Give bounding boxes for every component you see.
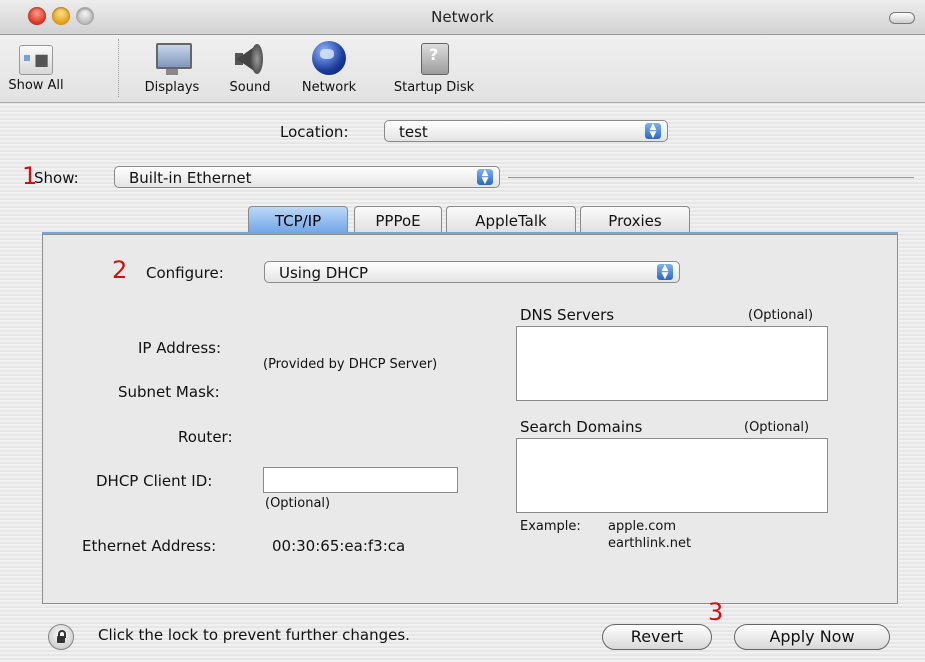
dhcp-client-id-label: DHCP Client ID:: [96, 472, 213, 490]
toolbar-label: Sound: [229, 80, 271, 95]
title-bar: Network: [0, 0, 925, 35]
toolbar-show-all[interactable]: ■ Show All: [6, 37, 66, 93]
annotation-marker-3: 3: [708, 598, 724, 626]
toolbar-separator: [118, 39, 119, 97]
ethernet-address-value: 00:30:65:ea:f3:ca: [272, 537, 406, 555]
subnet-mask-label: Subnet Mask:: [118, 383, 220, 401]
location-value: test: [399, 123, 428, 141]
example-label: Example:: [520, 519, 581, 534]
popup-arrows-icon: ▲ ▼: [657, 264, 673, 281]
dhcp-client-id-field[interactable]: [263, 467, 458, 493]
example-domain-1: apple.com: [608, 519, 676, 534]
tab-pppoe[interactable]: PPPoE: [354, 206, 442, 234]
configure-label: Configure:: [146, 264, 224, 282]
tab-tcpip[interactable]: TCP/IP: [248, 206, 348, 234]
tab-appletalk[interactable]: AppleTalk: [446, 206, 576, 234]
window-title: Network: [431, 8, 494, 26]
toolbar-label: Displays: [144, 80, 200, 95]
toolbar-sound[interactable]: Sound: [222, 37, 278, 95]
lock-icon[interactable]: [48, 624, 74, 650]
revert-button[interactable]: Revert: [602, 624, 712, 650]
displays-icon: [153, 41, 192, 77]
toolbar-network[interactable]: Network: [292, 37, 366, 95]
dhcp-client-id-hint: (Optional): [265, 496, 331, 511]
configure-value: Using DHCP: [279, 264, 369, 282]
apply-now-button[interactable]: Apply Now: [734, 624, 890, 650]
popup-arrows-icon: ▲ ▼: [645, 123, 661, 140]
sound-icon: [231, 41, 269, 77]
toolbar: ■ Show All Displays Sound Network ? Star…: [0, 35, 925, 103]
dns-optional-hint: (Optional): [748, 308, 814, 323]
ip-address-label: IP Address:: [138, 339, 222, 357]
annotation-marker-2: 2: [112, 256, 128, 284]
network-globe-icon: [310, 41, 348, 77]
router-label: Router:: [178, 428, 233, 446]
example-domain-2: earthlink.net: [608, 536, 692, 551]
toolbar-label: Network: [301, 80, 357, 95]
toolbar-displays[interactable]: Displays: [134, 37, 210, 95]
toolbar-startup-disk[interactable]: ? Startup Disk: [380, 37, 488, 95]
toolbar-label: Startup Disk: [393, 80, 475, 95]
configure-popup[interactable]: Using DHCP ▲ ▼: [264, 261, 680, 283]
startup-disk-icon: ?: [415, 41, 453, 77]
ethernet-address-label: Ethernet Address:: [82, 537, 217, 555]
show-all-icon: ■: [19, 45, 53, 75]
show-label: Show:: [34, 169, 79, 187]
tab-proxies[interactable]: Proxies: [580, 206, 690, 234]
show-popup[interactable]: Built-in Ethernet ▲ ▼: [114, 166, 500, 188]
lock-message: Click the lock to prevent further change…: [98, 626, 410, 644]
ip-address-value: (Provided by DHCP Server): [263, 357, 438, 372]
search-domains-optional-hint: (Optional): [744, 420, 810, 435]
toolbar-label: Show All: [8, 78, 64, 93]
location-label: Location:: [280, 123, 349, 141]
dns-servers-label: DNS Servers: [520, 306, 615, 324]
location-popup[interactable]: test ▲ ▼: [384, 120, 668, 142]
dns-servers-list[interactable]: [516, 326, 828, 401]
popup-arrows-icon: ▲ ▼: [477, 169, 493, 186]
search-domains-list[interactable]: [516, 438, 828, 513]
show-value: Built-in Ethernet: [129, 169, 252, 187]
toolbar-toggle-button[interactable]: [889, 12, 915, 24]
divider: [508, 177, 914, 178]
search-domains-label: Search Domains: [520, 418, 643, 436]
